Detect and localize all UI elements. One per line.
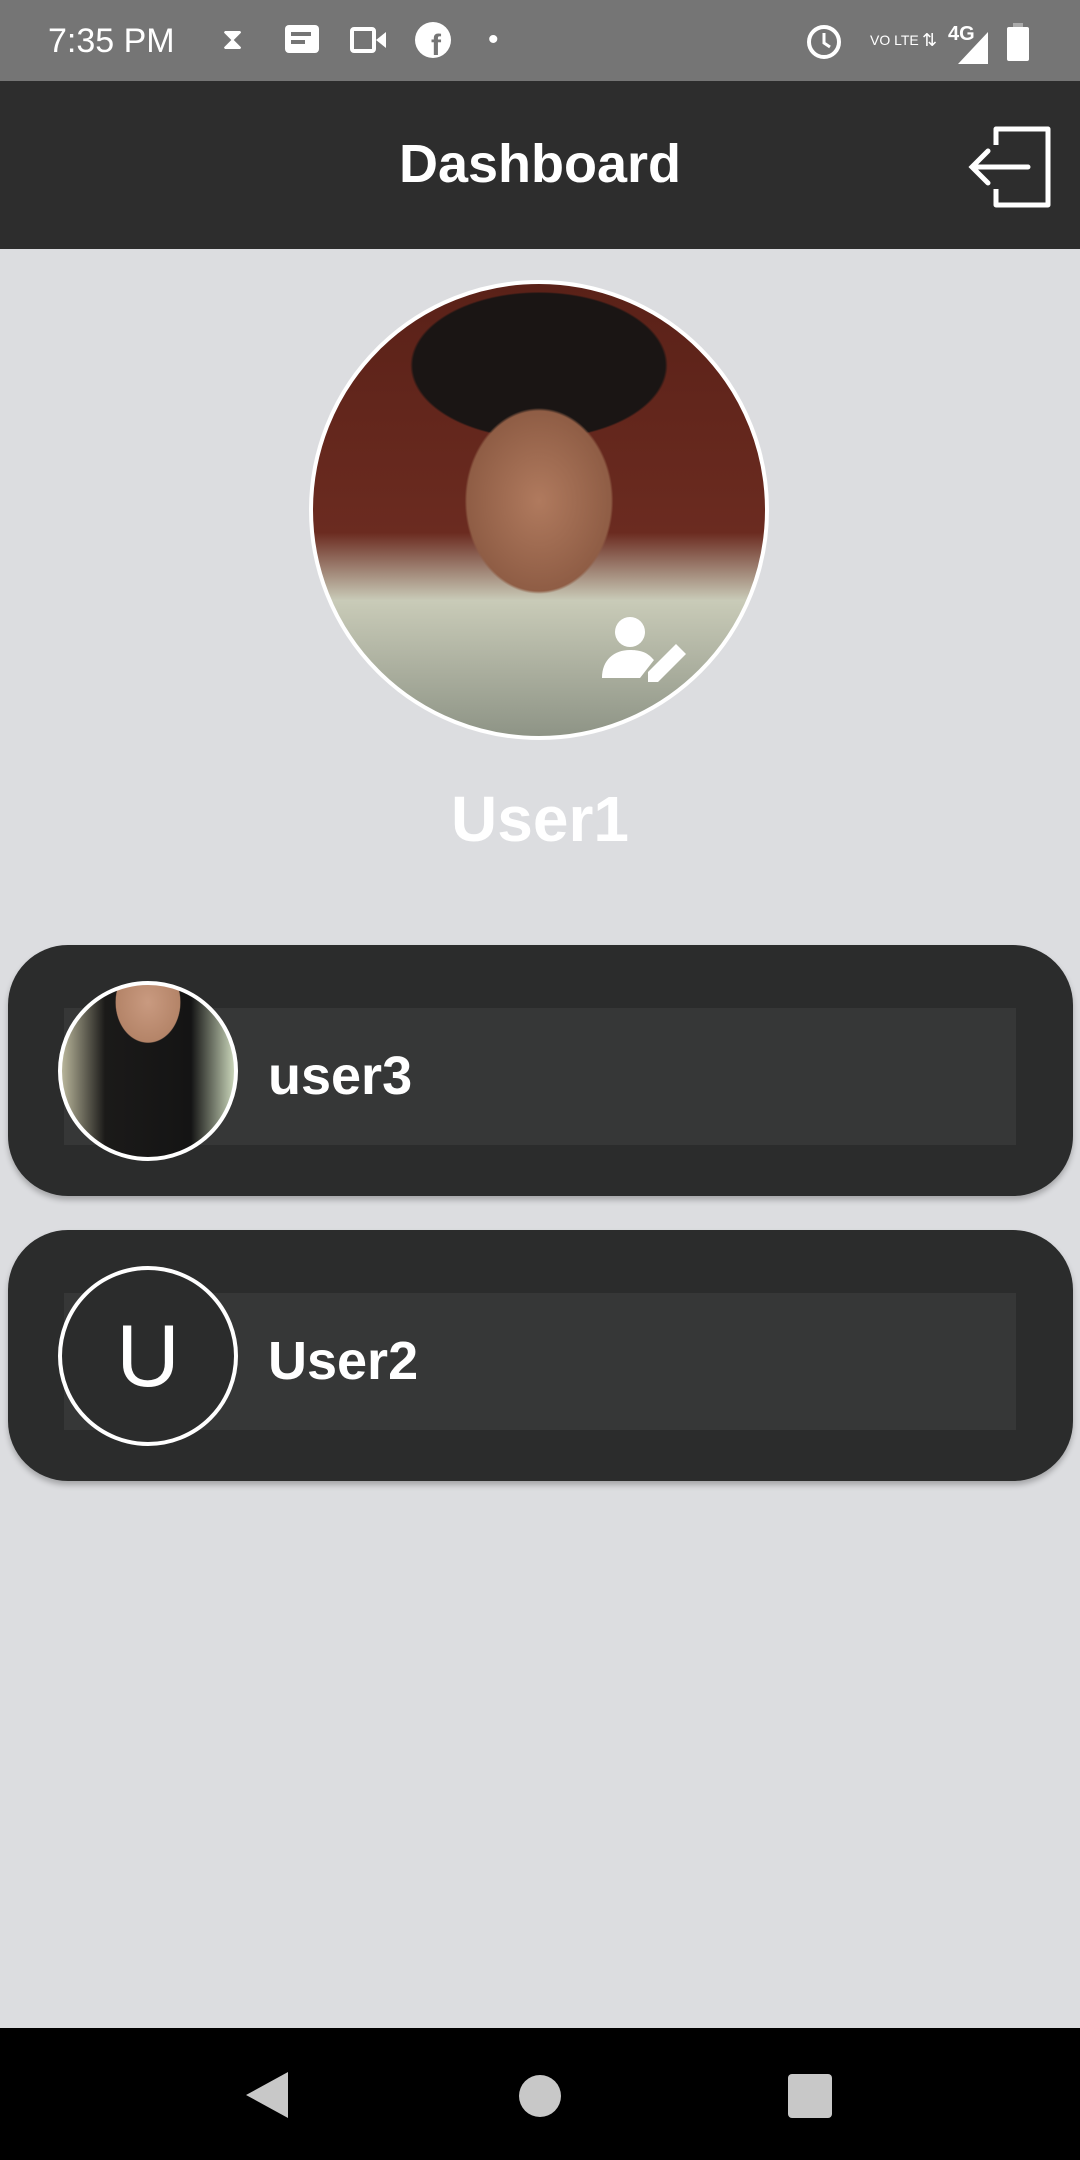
dot-icon: • [488, 23, 499, 56]
profile-avatar[interactable] [309, 280, 769, 740]
hourglass-icon: ⧗ [222, 23, 244, 56]
status-time: 7:35 PM [48, 22, 175, 60]
user-name: user3 [268, 1046, 413, 1106]
svg-text:f: f [431, 29, 442, 59]
message-icon [284, 20, 320, 60]
user-avatar-letter: U [58, 1266, 238, 1446]
logout-button[interactable] [966, 125, 1052, 209]
app-header: Dashboard [0, 81, 1080, 249]
profile-name: User1 [451, 783, 629, 855]
back-button[interactable] [244, 2070, 290, 2120]
user-edit-icon[interactable] [600, 612, 690, 682]
user-card[interactable]: U User2 [8, 1230, 1073, 1481]
recents-button[interactable] [787, 2073, 833, 2119]
alarm-icon [804, 20, 844, 60]
signal-icon [958, 28, 988, 68]
volte-icon: VO LTE [870, 32, 919, 48]
user-card[interactable]: user3 [8, 945, 1073, 1196]
video-icon [350, 20, 388, 60]
user-name: User2 [268, 1331, 419, 1391]
logout-icon [968, 126, 1051, 208]
navigation-bar [0, 2028, 1080, 2160]
data-arrows-icon: ⇅ [922, 29, 938, 50]
home-button[interactable] [518, 2074, 562, 2118]
page-title: Dashboard [398, 134, 682, 194]
user-avatar [58, 981, 238, 1161]
battery-icon [1006, 22, 1030, 62]
status-bar: 7:35 PM ⧗ f • VO LTE ⇅ 4G [0, 0, 1080, 81]
facebook-icon: f [414, 20, 452, 60]
